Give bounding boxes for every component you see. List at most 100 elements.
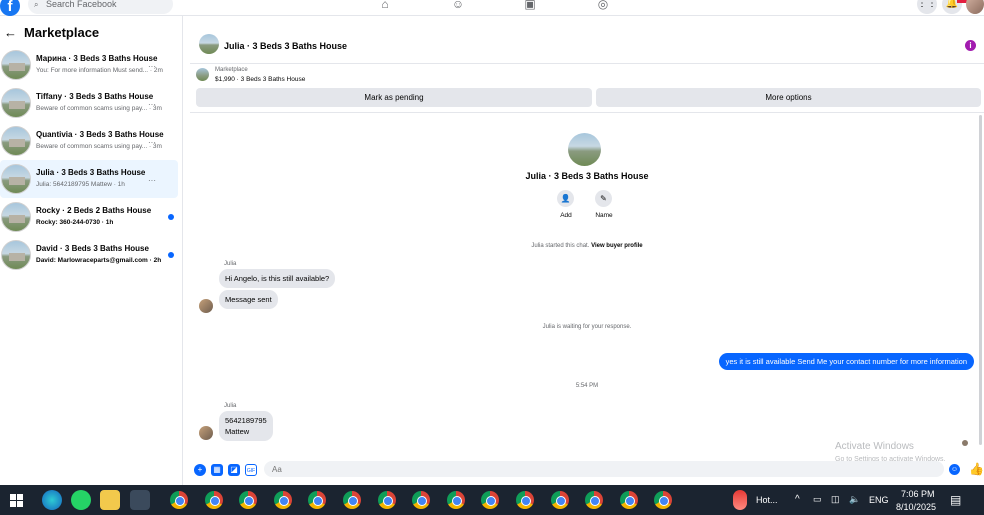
chrome-icon[interactable] [308, 491, 327, 509]
battery-icon[interactable]: ▭ [813, 494, 822, 505]
conversation-item[interactable]: Rocky · 2 Beds 2 Baths House Rocky: 360-2… [0, 198, 178, 236]
menu-grid-icon[interactable]: ⋮⋮ [917, 0, 937, 14]
clock-date[interactable]: 8/10/2025 [896, 502, 936, 512]
panel-header: ← Marketplace [4, 25, 99, 40]
mark-as-pending-button[interactable]: Mark as pending [196, 88, 592, 107]
windows-taskbar: Hot... ^ ▭ ◫ 🔈 ENG 7:06 PM 8/10/2025 ▤ [0, 485, 984, 515]
conversation-snippet: Julia: 5642189795 Mattew · 1h [36, 181, 125, 188]
conversation-item[interactable]: Марина · 3 Beds 3 Baths House You: For mo… [0, 46, 178, 84]
seen-avatar [962, 440, 968, 446]
chrome-icon[interactable] [654, 491, 673, 509]
scrollbar[interactable] [979, 115, 982, 445]
chrome-icon[interactable] [204, 491, 223, 509]
thumbs-up-icon[interactable]: 👍 [969, 462, 984, 476]
incoming-message[interactable]: 5642189795 Mattew [219, 411, 273, 441]
marketplace-icon[interactable]: ▣ [522, 0, 538, 13]
sticker-icon[interactable]: ◪ [228, 464, 240, 476]
marketplace-conversations-panel: ← Marketplace Марина · 3 Beds 3 Baths Hou… [0, 16, 183, 485]
profile-photo[interactable] [568, 133, 601, 166]
edge-icon[interactable] [42, 490, 62, 510]
clock-time[interactable]: 7:06 PM [901, 489, 935, 499]
add-icon[interactable]: 👤 [557, 190, 574, 207]
chrome-icon[interactable] [550, 491, 569, 509]
plus-icon[interactable]: + [194, 464, 206, 476]
notification-center-icon[interactable]: ▤ [950, 493, 961, 507]
unread-dot [168, 252, 174, 258]
incoming-message[interactable]: Message sent [219, 290, 278, 309]
chat-title[interactable]: Julia · 3 Beds 3 Baths House [224, 41, 347, 51]
groups-icon[interactable]: ◎ [595, 0, 611, 13]
chrome-icon[interactable] [619, 491, 638, 509]
more-icon[interactable]: ··· [148, 100, 156, 109]
info-icon[interactable]: i [965, 40, 976, 51]
chrome-icon[interactable] [377, 491, 396, 509]
chrome-icon[interactable] [446, 491, 465, 509]
conversation-snippet: You: For more information Must send... ·… [36, 67, 163, 74]
conversation-item[interactable]: David · 3 Beds 3 Baths House David: Marlo… [0, 236, 178, 274]
search-placeholder: Search Facebook [46, 0, 117, 9]
chat-started-notice: Julia started this chat. View buyer prof… [190, 243, 984, 249]
network-icon[interactable]: ◫ [831, 494, 840, 505]
message-line: Mattew [225, 427, 250, 436]
conversation-item[interactable]: Quantivia · 3 Beds 3 Baths House Beware o… [0, 122, 178, 160]
chrome-icon[interactable] [170, 491, 188, 509]
sender-avatar[interactable] [199, 426, 213, 440]
whatsapp-icon[interactable] [71, 490, 91, 510]
conversation-item[interactable]: Julia · 3 Beds 3 Baths House Julia: 56421… [0, 160, 178, 198]
view-buyer-profile-link[interactable]: View buyer profile [591, 243, 643, 249]
incoming-message[interactable]: Hi Angelo, is this still available? [219, 269, 336, 288]
chrome-icon[interactable] [239, 491, 258, 509]
chrome-icon[interactable] [585, 491, 604, 509]
conversation-item[interactable]: Tiffany · 3 Beds 3 Baths House Beware of … [0, 84, 178, 122]
chat-header: Julia · 3 Beds 3 Baths House i [190, 28, 984, 64]
chrome-icon[interactable] [343, 491, 361, 509]
chrome-icon[interactable] [516, 491, 534, 509]
conversation-avatar [1, 164, 31, 194]
panel-title: Marketplace [24, 25, 100, 40]
search-input[interactable]: ⌕ Search Facebook [28, 0, 173, 14]
chrome-icon[interactable] [481, 491, 500, 509]
timestamp: 5:54 PM [575, 383, 599, 389]
file-explorer-icon[interactable] [100, 490, 120, 510]
volume-icon[interactable]: 🔈 [849, 494, 860, 505]
conversation-name: Quantivia · 3 Beds 3 Baths House [36, 130, 164, 139]
sender-name: Julia [224, 261, 237, 267]
back-arrow-icon[interactable]: ← [4, 25, 17, 40]
message-line: 5642189795 [225, 416, 267, 425]
facebook-logo[interactable]: f [0, 0, 20, 16]
outgoing-message[interactable]: yes it is still available Send Me your c… [718, 353, 974, 370]
app-icon[interactable] [130, 490, 150, 510]
photo-icon[interactable]: ▦ [211, 464, 223, 476]
profile-name: Julia · 3 Beds 3 Baths House [525, 171, 649, 181]
chevron-up-icon[interactable]: ^ [795, 494, 800, 505]
pencil-icon[interactable]: ✎ [595, 190, 612, 207]
friends-icon[interactable]: ☺ [450, 0, 466, 13]
gif-icon[interactable]: GIF [245, 464, 257, 476]
conversation-avatar [1, 126, 31, 156]
more-icon[interactable]: ··· [148, 176, 156, 185]
search-icon: ⌕ [34, 0, 39, 9]
chat-avatar[interactable] [199, 34, 219, 54]
emoji-icon[interactable]: ☺ [949, 464, 960, 475]
more-options-button[interactable]: More options [596, 88, 981, 107]
conversation-name: Tiffany · 3 Beds 3 Baths House [36, 92, 154, 101]
waiting-notice: Julia is waiting for your response. [542, 324, 632, 330]
chrome-icon[interactable] [273, 491, 292, 509]
message-input[interactable] [264, 461, 944, 477]
name-label: Name [595, 212, 613, 219]
weather-label[interactable]: Hot... [756, 495, 778, 505]
conversation-avatar [1, 50, 31, 80]
add-label: Add [560, 212, 572, 219]
conversation-avatar [1, 202, 31, 232]
windows-start-icon[interactable] [10, 494, 23, 507]
more-icon[interactable]: ··· [148, 138, 156, 147]
more-icon[interactable]: ··· [148, 62, 156, 71]
sender-name: Julia [224, 403, 237, 409]
sender-avatar[interactable] [199, 299, 213, 313]
language-indicator[interactable]: ENG [869, 495, 889, 505]
listing-price: $1,990 · 3 Beds 3 Baths House [215, 76, 306, 83]
conversation-name: David · 3 Beds 3 Baths House [36, 244, 149, 253]
profile-avatar[interactable] [966, 0, 984, 14]
home-icon[interactable]: ⌂ [377, 0, 393, 13]
chrome-icon[interactable] [412, 491, 431, 509]
